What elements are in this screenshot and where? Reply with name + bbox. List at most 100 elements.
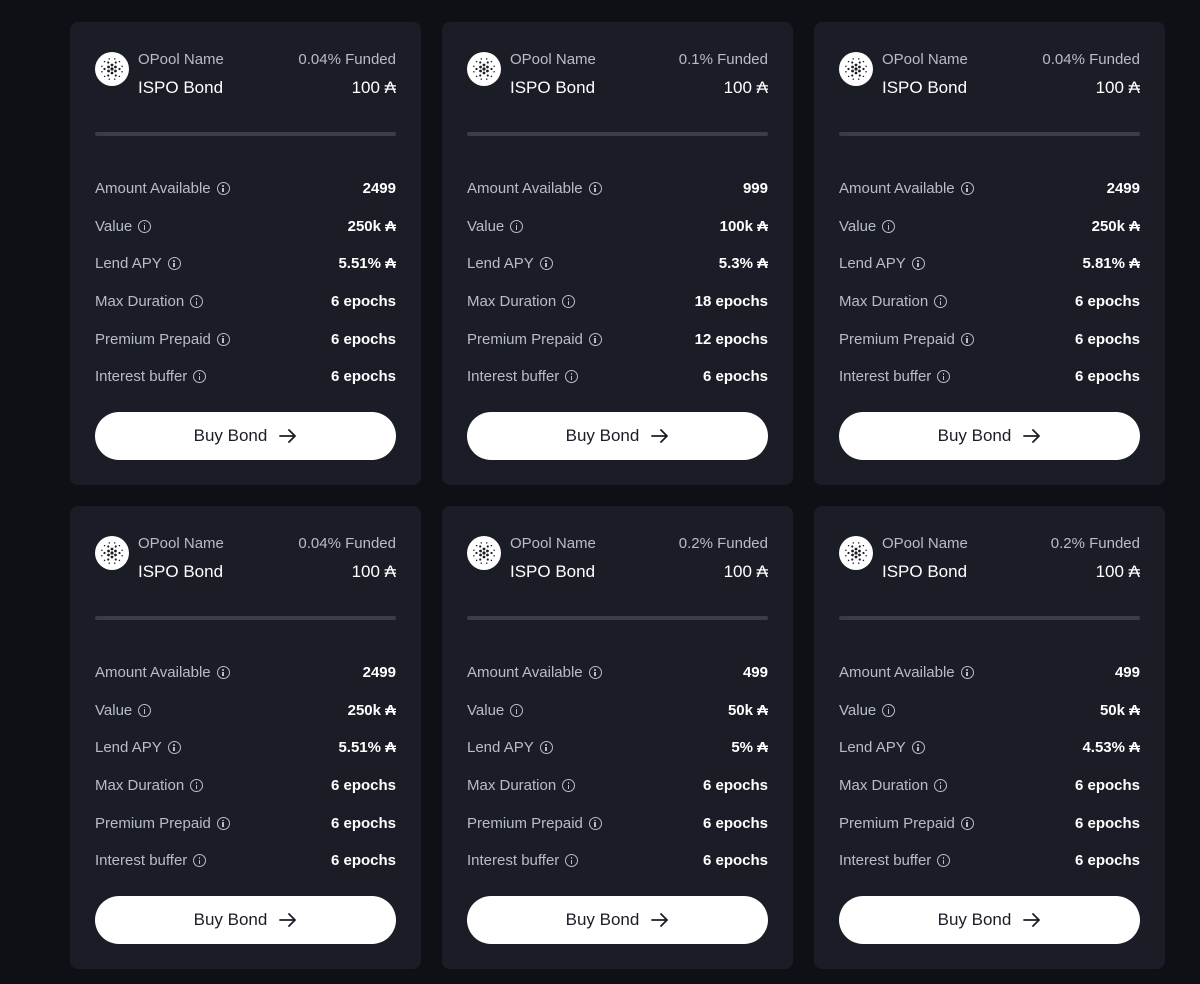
cardano-icon	[467, 536, 501, 570]
info-icon[interactable]	[193, 370, 207, 384]
arrow-right-icon	[651, 913, 669, 927]
detail-row-interest-buffer: Interest buffer 6 epochs	[839, 842, 1140, 880]
info-icon[interactable]	[562, 295, 576, 309]
detail-value: 6 epochs	[330, 777, 396, 795]
buy-bond-button[interactable]: Buy Bond	[95, 896, 396, 944]
detail-value: 6 epochs	[702, 814, 768, 832]
info-icon[interactable]	[190, 779, 204, 793]
detail-label: Premium Prepaid	[467, 814, 583, 832]
info-icon[interactable]	[960, 182, 974, 196]
detail-label: Lend APY	[839, 255, 906, 273]
pool-label: OPool Name	[138, 535, 224, 552]
bond-details: Amount Available 999 Value 100k ₳ Lend APY…	[467, 170, 768, 396]
info-icon[interactable]	[588, 332, 602, 346]
info-icon[interactable]	[138, 703, 152, 717]
info-icon[interactable]	[167, 741, 181, 755]
buy-bond-button[interactable]: Buy Bond	[467, 412, 768, 460]
detail-value: 6 epochs	[1074, 814, 1140, 832]
detail-value: 6 epochs	[1074, 330, 1140, 348]
info-icon[interactable]	[510, 219, 524, 233]
bond-details: Amount Available 2499 Value 250k ₳ Lend AP…	[95, 170, 396, 396]
buy-bond-button[interactable]: Buy Bond	[839, 896, 1140, 944]
detail-value: 5.3% ₳	[718, 255, 768, 273]
info-icon[interactable]	[216, 666, 230, 680]
detail-row-max-duration: Max Duration 6 epochs	[95, 283, 396, 321]
detail-row-lend-apy: Lend APY 5.51% ₳	[95, 729, 396, 767]
info-icon[interactable]	[882, 703, 896, 717]
detail-value: 6 epochs	[1074, 293, 1140, 311]
detail-value: 6 epochs	[702, 852, 768, 870]
buy-bond-label: Buy Bond	[193, 426, 268, 445]
card-header: OPool Name ISPO Bond 0.2% Funded 100 ₳	[467, 506, 768, 616]
detail-row-premium-prepaid: Premium Prepaid 6 epochs	[839, 804, 1140, 842]
info-icon[interactable]	[882, 219, 896, 233]
info-icon[interactable]	[588, 666, 602, 680]
arrow-right-icon	[279, 913, 297, 927]
info-icon[interactable]	[193, 854, 207, 868]
detail-label: Interest buffer	[839, 852, 932, 870]
pool-label: OPool Name	[882, 535, 968, 552]
info-icon[interactable]	[937, 854, 951, 868]
info-icon[interactable]	[911, 257, 925, 271]
info-icon[interactable]	[588, 182, 602, 196]
funded-percent: 0.04% Funded	[298, 51, 396, 68]
detail-label: Max Duration	[467, 777, 557, 795]
detail-label: Value	[467, 217, 505, 235]
info-icon[interactable]	[911, 741, 925, 755]
detail-value: 5% ₳	[731, 739, 768, 757]
cardano-icon	[839, 536, 873, 570]
buy-bond-label: Buy Bond	[937, 426, 1012, 445]
detail-row-value: Value 50k ₳	[839, 692, 1140, 730]
detail-row-max-duration: Max Duration 6 epochs	[839, 767, 1140, 805]
detail-label: Amount Available	[467, 180, 583, 198]
info-icon[interactable]	[510, 703, 524, 717]
detail-value: 50k ₳	[727, 701, 768, 719]
info-icon[interactable]	[565, 854, 579, 868]
buy-bond-button[interactable]: Buy Bond	[95, 412, 396, 460]
detail-label: Max Duration	[95, 293, 185, 311]
arrow-right-icon	[651, 429, 669, 443]
info-icon[interactable]	[960, 666, 974, 680]
divider	[467, 616, 768, 620]
info-icon[interactable]	[539, 257, 553, 271]
detail-label: Value	[467, 701, 505, 719]
buy-bond-button[interactable]: Buy Bond	[839, 412, 1140, 460]
info-icon[interactable]	[138, 219, 152, 233]
info-icon[interactable]	[937, 370, 951, 384]
detail-value: 18 epochs	[694, 293, 768, 311]
detail-label: Amount Available	[95, 180, 211, 198]
info-icon[interactable]	[190, 295, 204, 309]
detail-row-interest-buffer: Interest buffer 6 epochs	[95, 358, 396, 396]
bond-price: 100 ₳	[351, 562, 396, 581]
detail-row-value: Value 250k ₳	[95, 208, 396, 246]
detail-label: Amount Available	[467, 664, 583, 682]
cardano-icon	[839, 52, 873, 86]
bond-card: OPool Name ISPO Bond 0.04% Funded 100 ₳ …	[70, 22, 421, 485]
info-icon[interactable]	[588, 816, 602, 830]
detail-row-premium-prepaid: Premium Prepaid 6 epochs	[95, 804, 396, 842]
info-icon[interactable]	[934, 295, 948, 309]
detail-label: Value	[95, 701, 133, 719]
info-icon[interactable]	[934, 779, 948, 793]
detail-label: Amount Available	[839, 664, 955, 682]
info-icon[interactable]	[960, 332, 974, 346]
detail-row-amount-available: Amount Available 499	[467, 654, 768, 692]
detail-label: Max Duration	[467, 293, 557, 311]
detail-row-lend-apy: Lend APY 5% ₳	[467, 729, 768, 767]
detail-value: 5.81% ₳	[1082, 255, 1140, 273]
info-icon[interactable]	[216, 816, 230, 830]
detail-row-amount-available: Amount Available 2499	[95, 170, 396, 208]
pool-name: ISPO Bond	[510, 562, 596, 581]
detail-row-premium-prepaid: Premium Prepaid 12 epochs	[467, 320, 768, 358]
bond-details: Amount Available 499 Value 50k ₳ Lend APY 5…	[467, 654, 768, 880]
buy-bond-button[interactable]: Buy Bond	[467, 896, 768, 944]
info-icon[interactable]	[167, 257, 181, 271]
info-icon[interactable]	[539, 741, 553, 755]
info-icon[interactable]	[216, 182, 230, 196]
info-icon[interactable]	[960, 816, 974, 830]
info-icon[interactable]	[216, 332, 230, 346]
detail-value: 6 epochs	[702, 368, 768, 386]
info-icon[interactable]	[562, 779, 576, 793]
info-icon[interactable]	[565, 370, 579, 384]
detail-value: 499	[742, 664, 768, 682]
